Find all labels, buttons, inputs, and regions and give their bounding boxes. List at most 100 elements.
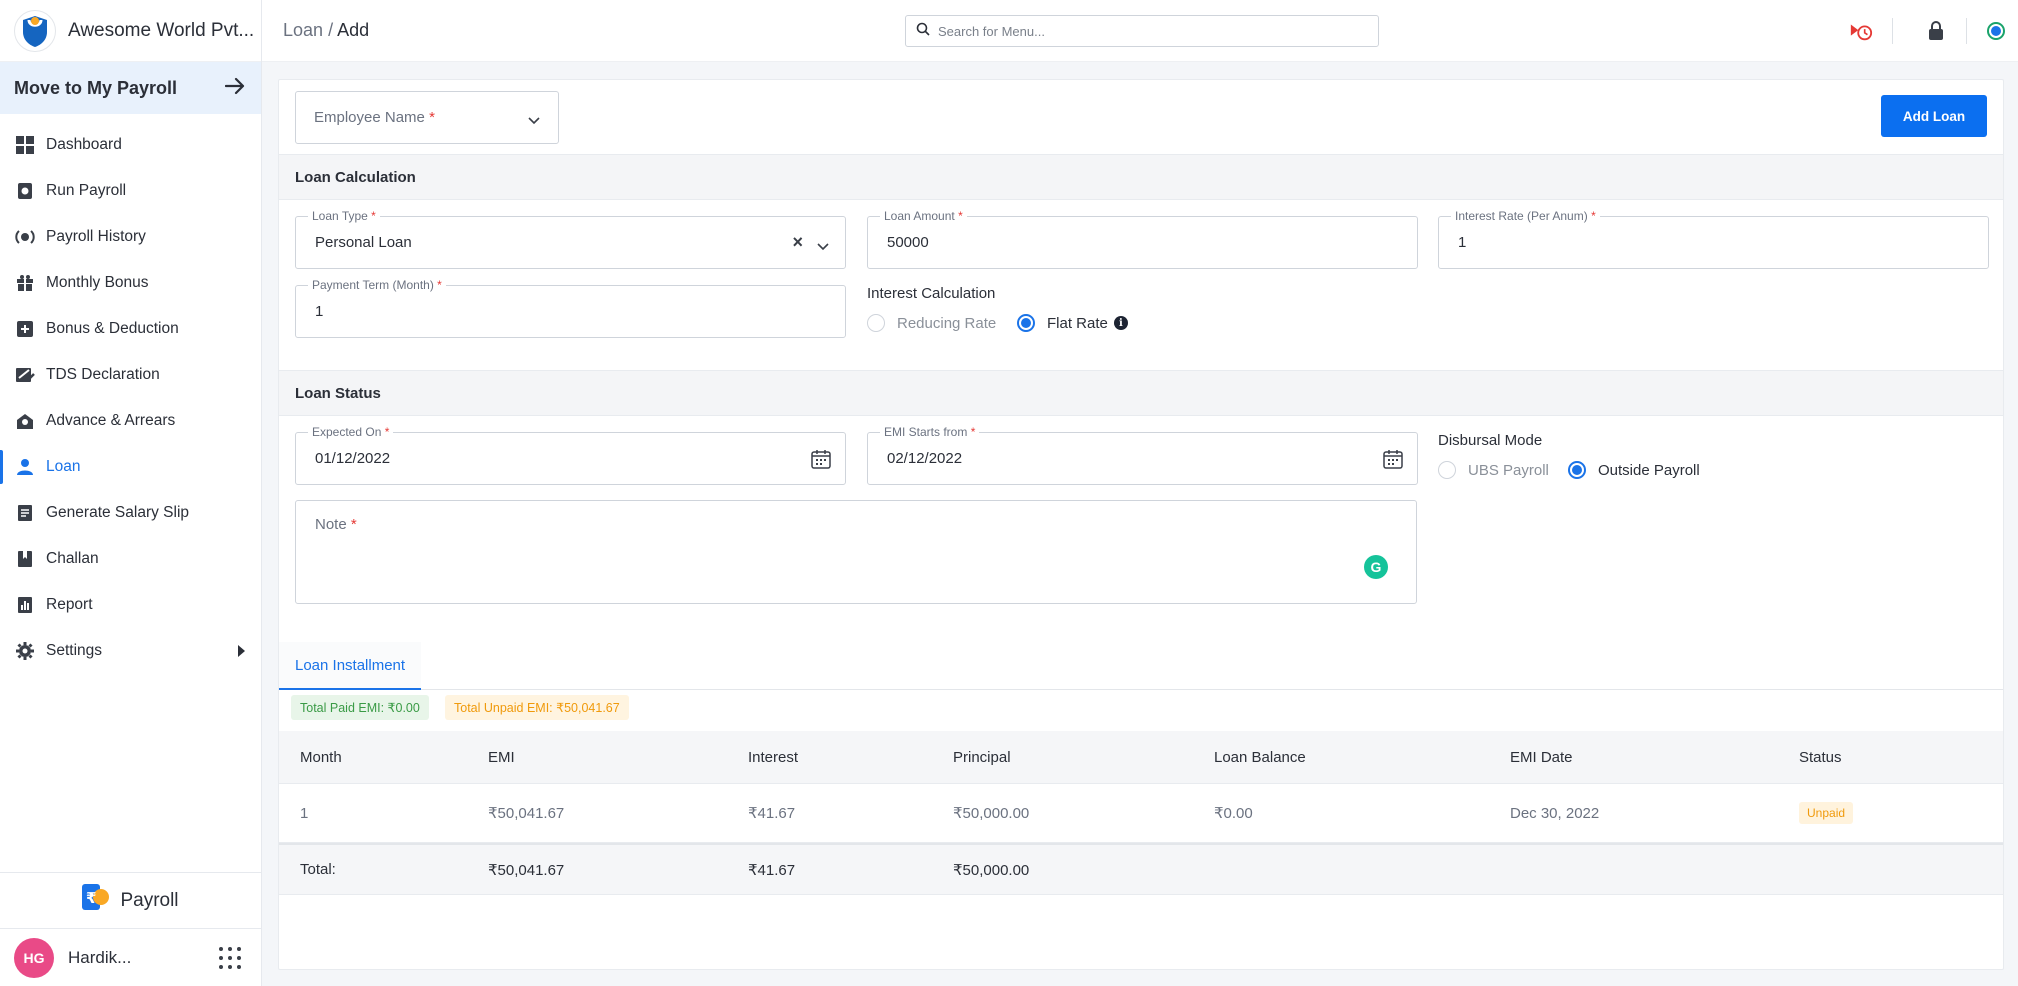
payment-term-value: 1	[315, 303, 324, 320]
calendar-icon[interactable]	[1383, 449, 1403, 473]
loan-amount-field[interactable]: Loan Amount * 50000	[867, 209, 1418, 269]
history-icon	[14, 226, 36, 248]
note-textarea[interactable]: Note * G	[295, 500, 1417, 604]
clear-icon[interactable]: ×	[792, 232, 803, 253]
punch-clock-icon[interactable]	[1849, 19, 1873, 43]
loan-type-select[interactable]: Loan Type * Personal Loan ×	[295, 209, 846, 269]
lock-icon[interactable]	[1924, 19, 1948, 43]
sidebar-item-loan[interactable]: Loan	[0, 444, 261, 490]
cell-month: 1	[300, 804, 309, 822]
user-footer[interactable]: HG Hardik...	[0, 928, 261, 986]
column-header-interest: Interest	[748, 748, 799, 766]
table-row[interactable]: 1 ₹50,041.67 ₹41.67 ₹50,000.00 ₹0.00 Dec…	[279, 784, 2003, 843]
payment-term-field[interactable]: Payment Term (Month) * 1	[295, 278, 846, 338]
interest-rate-value: 1	[1458, 234, 1467, 251]
expected-on-value: 01/12/2022	[315, 450, 391, 467]
sidebar-item-bonus-deduction[interactable]: Bonus & Deduction	[0, 306, 261, 352]
product-switcher[interactable]: ₹ Payroll	[0, 872, 261, 928]
caret-right-icon	[238, 645, 245, 657]
emi-starts-label: EMI Starts from *	[880, 425, 980, 439]
sidebar: Awesome World Pvt... Move to My Payroll …	[0, 0, 262, 986]
total-unpaid-badge: Total Unpaid EMI: ₹50,041.67	[445, 695, 629, 720]
sidebar-item-label: TDS Declaration	[46, 366, 160, 383]
interest-calculation-label: Interest Calculation	[867, 285, 996, 302]
chevron-down-icon	[817, 238, 829, 255]
sidebar-item-monthly-bonus[interactable]: Monthly Bonus	[0, 260, 261, 306]
move-to-my-payroll[interactable]: Move to My Payroll	[0, 62, 261, 114]
add-loan-button[interactable]: Add Loan	[1881, 95, 1987, 137]
sidebar-item-settings[interactable]: Settings	[0, 628, 261, 674]
total-label: Total:	[300, 861, 336, 878]
search-box[interactable]	[905, 15, 1379, 47]
cell-emi: ₹50,041.67	[488, 805, 565, 822]
employee-name-select[interactable]: Employee Name *	[295, 91, 559, 144]
challan-icon	[14, 548, 36, 570]
dashboard-icon	[14, 134, 36, 156]
grammarly-icon[interactable]: G	[1364, 555, 1388, 579]
breadcrumb-current: Add	[337, 20, 370, 40]
sidebar-item-generate-salary-slip[interactable]: Generate Salary Slip	[0, 490, 261, 536]
column-header-principal: Principal	[953, 748, 1011, 766]
tab-bar: Loan Installment	[279, 642, 2003, 690]
column-header-emi-date: EMI Date	[1510, 748, 1573, 766]
company-name: Awesome World Pvt...	[68, 19, 255, 41]
column-header-month: Month	[300, 748, 342, 766]
report-icon	[14, 594, 36, 616]
radio-outside-payroll[interactable]: Outside Payroll	[1568, 461, 1700, 479]
toolbar-divider	[1966, 18, 1967, 44]
avatar[interactable]: HG	[14, 937, 54, 978]
toolbar-divider	[1892, 18, 1893, 44]
radio-label: Reducing Rate	[897, 314, 997, 332]
loan-calculation-header: Loan Calculation	[279, 154, 2003, 200]
sidebar-item-challan[interactable]: Challan	[0, 536, 261, 582]
sidebar-item-advance-arrears[interactable]: Advance & Arrears	[0, 398, 261, 444]
total-paid-badge: Total Paid EMI: ₹0.00	[291, 695, 429, 720]
payment-term-label: Payment Term (Month) *	[308, 278, 446, 292]
radio-circle	[867, 314, 885, 332]
radio-flat-rate[interactable]: Flat Rate i	[1017, 314, 1128, 332]
tab-loan-installment[interactable]: Loan Installment	[279, 642, 422, 690]
radio-ubs-payroll[interactable]: UBS Payroll	[1438, 461, 1549, 479]
advance-icon	[14, 410, 36, 432]
payroll-logo-icon: ₹	[82, 883, 110, 918]
sidebar-item-label: Loan	[46, 458, 81, 475]
sidebar-item-run-payroll[interactable]: Run Payroll	[0, 168, 261, 214]
search-input[interactable]	[938, 23, 1358, 39]
chat-icon[interactable]	[1984, 19, 2008, 43]
loan-icon	[14, 456, 36, 478]
move-to-my-payroll-label: Move to My Payroll	[14, 77, 178, 98]
status-badge: Unpaid	[1799, 802, 1854, 824]
info-icon[interactable]: i	[1113, 316, 1128, 330]
emi-starts-date-field[interactable]: EMI Starts from * 02/12/2022	[867, 425, 1418, 485]
brand[interactable]: Awesome World Pvt...	[0, 0, 261, 62]
breadcrumb: Loan / Add	[283, 20, 369, 41]
loan-type-label: Loan Type *	[308, 209, 380, 223]
loan-amount-label: Loan Amount *	[880, 209, 967, 223]
salary-slip-icon	[14, 502, 36, 524]
calendar-icon[interactable]	[811, 449, 831, 473]
interest-rate-label: Interest Rate (Per Anum) *	[1451, 209, 1600, 223]
radio-label: UBS Payroll	[1468, 461, 1549, 479]
apps-grid-icon[interactable]	[219, 947, 241, 969]
bonus-deduction-icon	[14, 318, 36, 340]
sidebar-item-label: Payroll History	[46, 228, 146, 245]
chevron-down-icon	[528, 112, 540, 129]
gear-icon	[14, 640, 36, 662]
radio-reducing-rate[interactable]: Reducing Rate	[867, 314, 996, 332]
sidebar-item-report[interactable]: Report	[0, 582, 261, 628]
total-interest: ₹41.67	[748, 861, 796, 879]
expected-on-date-field[interactable]: Expected On * 01/12/2022	[295, 425, 846, 485]
interest-rate-field[interactable]: Interest Rate (Per Anum) * 1	[1438, 209, 1989, 269]
breadcrumb-separator: /	[328, 20, 334, 40]
note-label: Note *	[315, 516, 357, 533]
sidebar-item-tds-declaration[interactable]: TDS Declaration	[0, 352, 261, 398]
sidebar-item-payroll-history[interactable]: Payroll History	[0, 214, 261, 260]
cell-loan-balance: ₹0.00	[1214, 805, 1253, 822]
sidebar-item-label: Bonus & Deduction	[46, 320, 179, 337]
breadcrumb-parent[interactable]: Loan	[283, 20, 323, 40]
radio-label: Flat Rate	[1047, 314, 1108, 332]
sidebar-item-dashboard[interactable]: Dashboard	[0, 122, 261, 168]
radio-circle	[1438, 461, 1456, 479]
cell-interest: ₹41.67	[748, 805, 796, 822]
emi-starts-value: 02/12/2022	[887, 450, 963, 467]
